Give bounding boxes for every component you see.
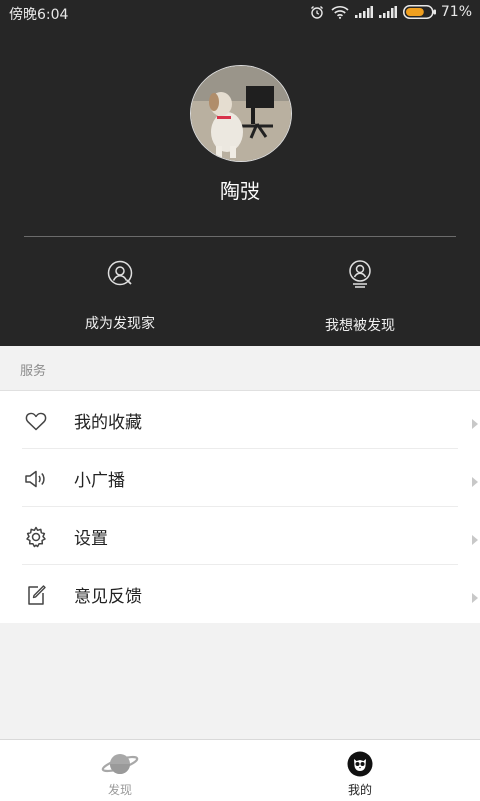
user-badge-icon: [240, 260, 480, 288]
status-bar: 傍晚6:04 71%: [0, 0, 480, 26]
header-divider: [24, 236, 456, 237]
username: 陶弢: [220, 179, 260, 203]
battery-icon: [402, 5, 436, 19]
menu-label: 小广播: [74, 471, 125, 491]
alarm-icon: [309, 4, 325, 20]
menu-label: 意见反馈: [74, 587, 142, 607]
become-discoverer-label: 成为发现家: [85, 316, 155, 332]
tab-label: 我的: [347, 783, 372, 797]
avatar[interactable]: [190, 65, 292, 162]
become-discoverer-button[interactable]: 成为发现家: [0, 260, 240, 333]
bottom-tab-bar: 发现 我的: [0, 739, 480, 801]
menu-item-broadcast[interactable]: 小广播: [0, 449, 480, 507]
gear-icon: [24, 525, 48, 549]
menu-label: 我的收藏: [74, 413, 142, 433]
chevron-right-icon: [472, 530, 478, 549]
services-menu: 我的收藏 小广播 设置 意见反馈: [0, 391, 480, 623]
owl-icon: [240, 751, 480, 777]
user-circle-icon: [0, 260, 240, 286]
services-section-header: 服务: [0, 346, 480, 391]
menu-item-settings[interactable]: 设置: [0, 507, 480, 565]
tab-label: 发现: [107, 783, 132, 797]
wifi-icon: [331, 5, 349, 19]
tab-discover[interactable]: 发现: [0, 740, 240, 801]
menu-item-favorites[interactable]: 我的收藏: [0, 391, 480, 449]
menu-label: 设置: [74, 529, 108, 549]
status-icons: 71%: [309, 4, 472, 20]
heart-icon: [24, 409, 48, 433]
speaker-icon: [24, 467, 48, 491]
dog-photo: [191, 66, 291, 161]
tab-mine[interactable]: 我的: [240, 740, 480, 801]
profile-header: 傍晚6:04 71% 陶弢 成为发现家 我想被发现: [0, 0, 480, 346]
want-discovered-button[interactable]: 我想被发现: [240, 260, 480, 335]
signal-icon: [354, 6, 373, 18]
want-discovered-label: 我想被发现: [325, 318, 395, 334]
chevron-right-icon: [472, 472, 478, 491]
edit-icon: [24, 583, 48, 607]
battery-indicator: 71%: [402, 4, 472, 20]
chevron-right-icon: [472, 414, 478, 433]
battery-percent: 71%: [440, 4, 472, 20]
chevron-right-icon: [472, 588, 478, 607]
status-time: 傍晚6:04: [9, 7, 69, 23]
signal-icon: [378, 6, 397, 18]
section-title: 服务: [20, 364, 47, 379]
menu-item-feedback[interactable]: 意见反馈: [0, 565, 480, 623]
planet-icon: [0, 751, 240, 777]
